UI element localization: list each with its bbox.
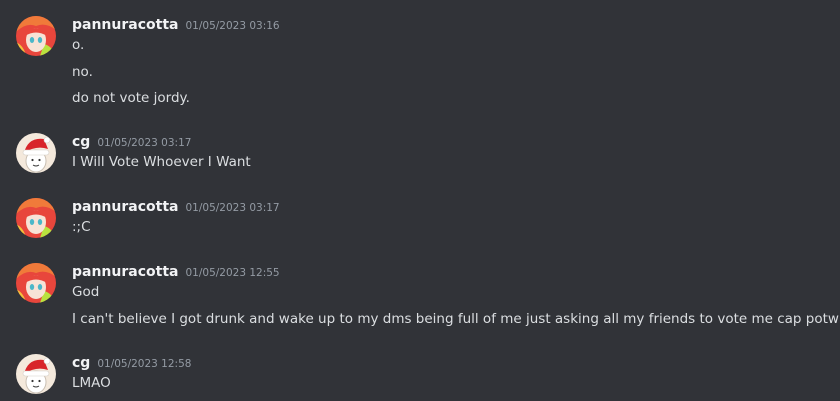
message-text: no. (72, 64, 93, 80)
timestamp: 01/05/2023 12:55 (185, 267, 280, 279)
santa-hat-avatar-icon[interactable] (16, 354, 56, 394)
username[interactable]: pannuracotta (72, 17, 178, 33)
timestamp: 01/05/2023 03:16 (185, 20, 280, 32)
message-text: LMAO (72, 375, 111, 391)
message-header: pannuracotta 01/05/2023 03:17 (72, 196, 280, 216)
message-text: do not vote jordy. (72, 90, 190, 106)
anime-avatar-icon[interactable] (16, 263, 56, 303)
message-header: pannuracotta 01/05/2023 03:16 (72, 14, 280, 34)
message-text: God (72, 284, 100, 300)
santa-hat-avatar-icon[interactable] (16, 133, 56, 173)
message-header: pannuracotta 01/05/2023 12:55 (72, 261, 280, 281)
message-text: :;C (72, 219, 91, 235)
anime-avatar-icon[interactable] (16, 16, 56, 56)
username[interactable]: pannuracotta (72, 264, 178, 280)
message-text: I Will Vote Whoever I Want (72, 154, 251, 170)
username[interactable]: pannuracotta (72, 199, 178, 215)
timestamp: 01/05/2023 03:17 (97, 137, 192, 149)
username[interactable]: cg (72, 134, 90, 150)
timestamp: 01/05/2023 03:17 (185, 202, 280, 214)
anime-avatar-icon[interactable] (16, 198, 56, 238)
username[interactable]: cg (72, 355, 90, 371)
message-text: I can't believe I got drunk and wake up … (72, 311, 839, 327)
message-list: pannuracotta 01/05/2023 03:16 o. no. do n… (0, 0, 840, 401)
message-header: cg 01/05/2023 12:58 (72, 352, 191, 372)
timestamp: 01/05/2023 12:58 (97, 358, 192, 370)
message-text: o. (72, 37, 85, 53)
message-header: cg 01/05/2023 03:17 (72, 131, 191, 151)
